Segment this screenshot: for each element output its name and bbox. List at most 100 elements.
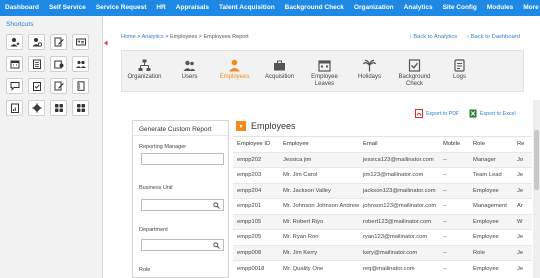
- nav-talent-acquisition[interactable]: Talent Acquisition: [214, 0, 280, 16]
- user-gear-icon[interactable]: [28, 34, 45, 50]
- export-pdf-label: Export to PDF: [426, 110, 460, 117]
- export-excel-link[interactable]: Export to Excel: [469, 109, 516, 118]
- col-reporting[interactable]: Re: [513, 137, 532, 152]
- nav-analytics[interactable]: Analytics: [399, 0, 438, 16]
- table-row[interactable]: empp203 Mr. Jim Carol jim123@mailinator.co…: [233, 167, 532, 183]
- cell: --: [439, 167, 469, 183]
- cell: johnson123@mailinator.com: [359, 198, 439, 214]
- page-scrollbar[interactable]: [533, 100, 540, 278]
- cell: Ar: [513, 198, 532, 214]
- col-employee-id[interactable]: Employee ID: [233, 137, 279, 152]
- cell: Je: [513, 167, 532, 183]
- shortcuts-title: Shortcuts: [6, 21, 34, 28]
- cell: --: [439, 229, 469, 245]
- reporting-manager-label: Reporting Manager: [139, 144, 187, 150]
- calendar-icon[interactable]: [6, 56, 23, 72]
- table-row[interactable]: empp008 Mr. Jim Kerry kery@mailinator.com -…: [233, 244, 532, 261]
- cell: Mr. Jim Carol: [279, 167, 359, 183]
- breadcrumb-current: Employees Report: [203, 34, 249, 40]
- edit-doc-icon[interactable]: [50, 78, 67, 94]
- back-to-analytics-link[interactable]: ‹ Back to Analytics: [410, 34, 457, 40]
- nav-background-check[interactable]: Background Check: [280, 0, 349, 16]
- excel-icon: [469, 109, 477, 118]
- tab-acquisition[interactable]: Acquisition: [257, 51, 302, 91]
- cell: empp202: [233, 151, 279, 168]
- nav-self-service[interactable]: Self Service: [44, 0, 91, 16]
- export-pdf-link[interactable]: Export to PDF: [415, 109, 459, 118]
- back-to-dashboard-link[interactable]: ‹ Back to Dashboard: [467, 34, 520, 40]
- user-star-icon[interactable]: [6, 34, 23, 50]
- apps-grid-icon[interactable]: [50, 100, 67, 116]
- gear-icon[interactable]: [28, 100, 45, 116]
- department-input[interactable]: [141, 239, 224, 251]
- nav-service-request[interactable]: Service Request: [91, 0, 152, 16]
- cell: jackson123@mailinator.com: [359, 182, 439, 199]
- checklist-icon[interactable]: [28, 56, 45, 72]
- table-row[interactable]: empp201 Mr. Johnson Johnson Andrew johnson…: [233, 198, 532, 214]
- tab-acquisition-label: Acquisition: [264, 74, 294, 80]
- tab-logs[interactable]: Logs: [437, 51, 482, 91]
- users-icon: [183, 60, 196, 71]
- business-unit-input[interactable]: [141, 199, 224, 211]
- col-mobile[interactable]: Mobile: [439, 137, 469, 152]
- cell: Mr. Jim Kerry: [279, 244, 359, 261]
- organization-icon: [138, 59, 151, 71]
- list-icon[interactable]: [72, 78, 89, 94]
- apps-grid-icon[interactable]: [72, 100, 89, 116]
- cell: --: [439, 244, 469, 261]
- group-icon[interactable]: [72, 56, 89, 72]
- nav-organization[interactable]: Organization: [349, 0, 399, 16]
- table-row[interactable]: empp204 Mr. Jackson Valley jackson123@mail…: [233, 182, 532, 199]
- cell: empp008: [233, 244, 279, 261]
- tab-holidays-label: Holidays: [357, 74, 381, 80]
- cell: Mr. Jackson Valley: [279, 182, 359, 199]
- collapse-sidebar-icon[interactable]: [103, 40, 109, 46]
- tab-organization[interactable]: Organization: [122, 51, 167, 91]
- tab-holidays[interactable]: Holidays: [347, 51, 392, 91]
- col-employee[interactable]: Employee: [279, 137, 359, 152]
- chat-icon[interactable]: [6, 78, 23, 94]
- cell: Jessica jim: [279, 151, 359, 168]
- tab-background-check[interactable]: Background Check: [392, 51, 437, 91]
- nav-site-config[interactable]: Site Config: [438, 0, 482, 16]
- cell: --: [439, 182, 469, 199]
- tab-employee-leaves[interactable]: Employee Leaves: [302, 51, 347, 91]
- clipboard-check-icon[interactable]: [28, 78, 45, 94]
- expand-toggle-icon[interactable]: ▾: [236, 121, 246, 131]
- analytics-tabs: Organization Users Employees Acquisition…: [121, 50, 524, 92]
- business-unit-label: Business Unit: [139, 185, 173, 191]
- edit-doc-icon[interactable]: [50, 34, 67, 50]
- tab-users[interactable]: Users: [167, 51, 212, 91]
- table-row[interactable]: empp202 Jessica jim jessica123@mailinator.…: [233, 151, 532, 168]
- table-row[interactable]: empp205 Mr. Ryan Ron ryan123@mailinator.co…: [233, 229, 532, 245]
- wallet-icon[interactable]: [50, 56, 67, 72]
- employees-icon: [229, 59, 240, 72]
- table-row[interactable]: empp0018 Mr. Quality One req@mailinator.co…: [233, 260, 532, 276]
- table-row[interactable]: empp105 Mr. Robert Riyo robert123@mailinat…: [233, 213, 532, 230]
- tab-employees-label: Employees: [219, 74, 250, 80]
- report-icon[interactable]: [6, 100, 23, 116]
- cell: Employee: [469, 229, 513, 245]
- breadcrumb-employees: Employees: [169, 34, 198, 40]
- nav-hr[interactable]: HR: [151, 0, 170, 16]
- role-label: Role: [139, 267, 151, 273]
- scrollbar-thumb[interactable]: [534, 130, 539, 190]
- reporting-manager-input[interactable]: [141, 153, 224, 165]
- col-role[interactable]: Role: [469, 137, 513, 152]
- tab-employees[interactable]: Employees: [212, 51, 257, 91]
- id-card-icon[interactable]: [72, 34, 89, 50]
- col-email[interactable]: Email: [359, 137, 439, 152]
- breadcrumb-analytics[interactable]: Analytics: [142, 34, 164, 40]
- back-to-dashboard-label: Back to Dashboard: [470, 34, 520, 40]
- nav-appraisals[interactable]: Appraisals: [171, 0, 214, 16]
- nav-more-dropdown[interactable]: More: [518, 0, 540, 16]
- employees-section-header: ▾ Employees: [236, 121, 296, 131]
- breadcrumb-home[interactable]: Home: [121, 34, 136, 40]
- breadcrumb: Home > Analytics > Employees > Employees…: [121, 34, 249, 40]
- cell: Je: [513, 260, 532, 276]
- cell: Employee: [469, 182, 513, 199]
- back-links: ‹ Back to Analytics ‹ Back to Dashboard: [410, 34, 520, 40]
- nav-modules[interactable]: Modules: [482, 0, 518, 16]
- nav-dashboard[interactable]: Dashboard: [0, 0, 44, 16]
- cell: Mr. Quality One: [279, 260, 359, 276]
